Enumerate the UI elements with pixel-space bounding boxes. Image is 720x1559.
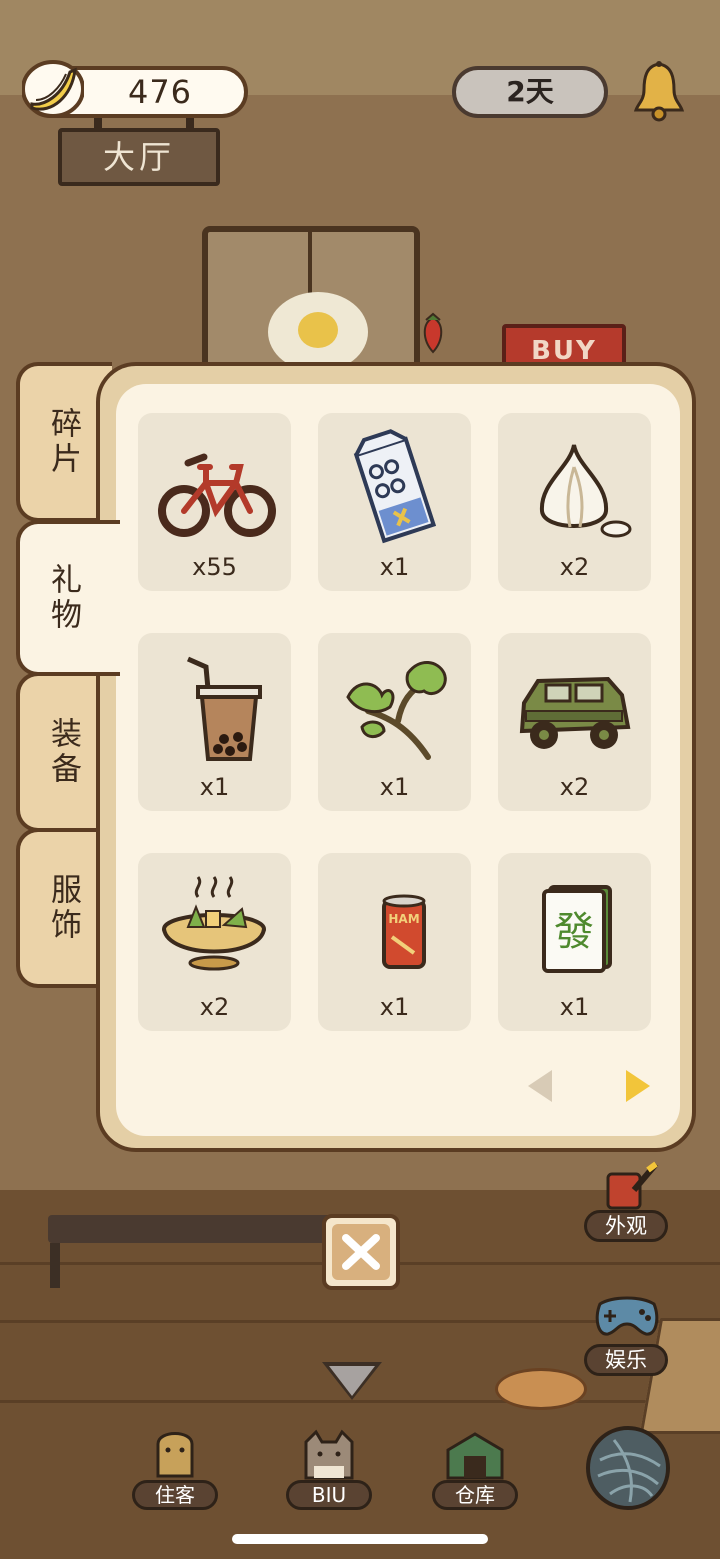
item-count: x2 [199, 993, 230, 1021]
warehouse-button[interactable]: 仓库 [432, 1426, 518, 1510]
warehouse-label: 仓库 [432, 1480, 518, 1510]
close-icon [342, 1234, 380, 1270]
next-page-arrow-icon[interactable] [626, 1070, 650, 1102]
item-count: x55 [192, 553, 237, 581]
entertainment-label: 娱乐 [584, 1344, 668, 1376]
yarn-ball-icon [597, 1439, 661, 1503]
home-indicator[interactable] [232, 1534, 488, 1544]
item-slot-hotpot[interactable]: x2 [138, 853, 291, 1031]
item-slot-mahjong-tile[interactable]: 發 x1 [498, 853, 651, 1031]
floor-line [0, 1400, 720, 1403]
item-slot-milk-carton[interactable]: x1 [318, 413, 471, 591]
item-slot-jeep[interactable]: x2 [498, 633, 651, 811]
mahjong-char: 發 [554, 909, 594, 955]
cat-icon [304, 1429, 354, 1480]
hotpot-icon [162, 876, 266, 971]
paint-bucket-icon [606, 1161, 659, 1210]
banana-count: 476 [127, 73, 193, 111]
item-count: x2 [559, 553, 590, 581]
item-count: x1 [379, 993, 410, 1021]
item-count: x1 [559, 993, 590, 1021]
biu-button[interactable]: BIU [286, 1426, 372, 1510]
gamepad-icon [595, 1296, 659, 1336]
previous-page-arrow-icon[interactable] [528, 1070, 552, 1102]
yarn-ball-button[interactable] [586, 1426, 670, 1510]
tab-gifts-label: 礼物 [45, 563, 81, 633]
milk-carton-icon [353, 429, 437, 544]
close-button[interactable] [322, 1214, 400, 1290]
item-count: x1 [379, 553, 410, 581]
days-counter: 2天 [452, 66, 608, 118]
bench-leg [50, 1243, 60, 1288]
item-count: x1 [199, 773, 230, 801]
tab-clothing-label: 服饰 [45, 873, 81, 943]
biu-label: BIU [286, 1480, 372, 1510]
bubble-tea-icon [186, 656, 262, 761]
jeep-icon [519, 676, 631, 749]
warehouse-icon [446, 1432, 504, 1480]
egg-yolk [298, 312, 338, 348]
guests-label: 住客 [132, 1480, 218, 1510]
mahjong-tile-icon: 發 [542, 885, 612, 973]
item-count: x1 [379, 773, 410, 801]
egg-decoration [268, 292, 368, 372]
room-name-sign: 大厅 [58, 128, 220, 186]
appearance-button[interactable]: 外观 [584, 1152, 668, 1242]
guests-button[interactable]: 住客 [132, 1426, 218, 1510]
canned-food-icon: HAM [382, 894, 426, 969]
banana-icon [22, 60, 84, 118]
guest-character-icon [156, 1432, 194, 1478]
tab-gifts[interactable]: 礼物 [16, 520, 120, 676]
tab-equipment-label: 装备 [45, 717, 81, 787]
celery-icon [346, 661, 447, 760]
item-slot-canned-food[interactable]: HAM x1 [318, 853, 471, 1031]
item-slot-celery[interactable]: x1 [318, 633, 471, 811]
rug[interactable] [495, 1368, 587, 1410]
bell-icon[interactable] [632, 60, 686, 122]
entertainment-button[interactable]: 娱乐 [584, 1286, 668, 1376]
strawberry-icon [423, 312, 443, 354]
appearance-label: 外观 [584, 1210, 668, 1242]
item-slot-bicycle[interactable]: x55 [138, 413, 291, 591]
item-slot-bubble-tea[interactable]: x1 [138, 633, 291, 811]
tab-fragments-label: 碎片 [45, 407, 81, 477]
item-count: x2 [559, 773, 590, 801]
item-slot-garlic[interactable]: x2 [498, 413, 651, 591]
garlic-icon [539, 444, 632, 538]
collapse-arrow-fill [329, 1366, 375, 1396]
can-label: HAM [388, 912, 419, 926]
bicycle-icon [158, 453, 276, 537]
